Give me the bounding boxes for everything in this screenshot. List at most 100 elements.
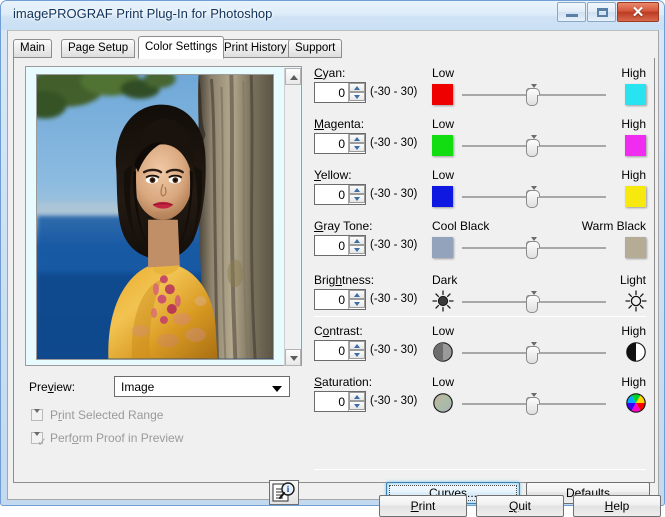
spinner-up-button[interactable] [349,83,365,92]
spinner-value: 0 [338,86,345,100]
checkbox-label: Perform Proof in Preview [50,431,184,445]
spinner-buttons[interactable] [348,392,365,411]
slider-low-label-saturation: Low [432,375,455,389]
spinner-yellow[interactable]: 0 [314,184,366,205]
slider-thumb-yellow[interactable] [526,190,540,208]
section-divider [314,469,646,470]
spinner-up-button[interactable] [349,290,365,299]
spinner-buttons[interactable] [348,290,365,309]
cool-black-swatch [432,237,453,258]
spinner-value: 0 [338,344,345,358]
saturation-low-icon [432,392,454,414]
spinner-buttons[interactable] [348,134,365,153]
slider-thumb-saturation[interactable] [526,397,540,415]
spinner-down-button[interactable] [349,143,365,152]
tab-support[interactable]: Support [288,39,343,58]
tab-page-setup[interactable]: Page Setup [61,39,136,58]
preview-label: Preview: [29,380,76,394]
spinner-down-button[interactable] [349,401,365,410]
blue-swatch [432,186,453,207]
slider-thumb-cyan[interactable] [526,88,540,106]
spinner-up-button[interactable] [349,134,365,143]
chevron-up-icon [354,86,360,90]
spinner-down-button[interactable] [349,245,365,254]
client-area: Main Page Setup Color Settings Print His… [7,30,661,517]
spinner-down-button[interactable] [349,194,365,203]
slider-low-label-cyan: Low [432,66,455,80]
maximize-button[interactable] [587,2,616,22]
maximize-icon [597,8,608,17]
slider-thumb-contrast[interactable] [526,346,540,364]
minimize-button[interactable] [557,2,586,22]
slider-row-yellow: Yellow: 0 (-30 - 30) Low High [310,168,650,214]
sun-light-icon [625,290,647,312]
chevron-down-icon [354,248,360,252]
spinner-up-button[interactable] [349,392,365,401]
slider-thumb-gray-tone[interactable] [526,241,540,259]
tab-color-settings[interactable]: Color Settings [138,36,225,59]
contrast-high-icon [625,341,647,363]
tab-print-history[interactable]: Print History [217,39,294,58]
slider-low-label-contrast: Low [432,324,455,338]
slider-label-magenta: Magenta: [314,117,365,131]
spinner-down-button[interactable] [349,92,365,101]
spinner-down-button[interactable] [349,299,365,308]
chevron-down-icon [290,356,298,361]
close-icon: ✕ [631,4,645,21]
spinner-brightness[interactable]: 0 [314,289,366,310]
spinner-saturation[interactable]: 0 [314,391,366,412]
magenta-swatch [625,135,646,156]
spinner-up-button[interactable] [349,185,365,194]
chevron-up-icon [354,395,360,399]
spinner-buttons[interactable] [348,83,365,102]
close-button[interactable]: ✕ [617,2,659,22]
print-button[interactable]: Print [379,495,467,517]
preview-mode-select[interactable]: Image [114,376,290,397]
spinner-contrast[interactable]: 0 [314,340,366,361]
preview-scrollbar[interactable] [284,68,301,366]
chevron-up-icon [354,137,360,141]
slider-row-gray-tone: Gray Tone: 0 (-30 - 30) Cool Black Warm … [310,219,650,265]
tab-main[interactable]: Main [13,39,52,58]
chevron-down-icon [354,95,360,99]
contrast-low-icon [432,341,454,363]
title-bar: imagePROGRAF Print Plug-In for Photoshop… [1,1,664,30]
chevron-up-icon [354,239,360,243]
slider-thumb-magenta[interactable] [526,139,540,157]
slider-thumb-brightness[interactable] [526,295,540,313]
scroll-down-button[interactable] [285,349,301,366]
preview-pane [25,66,302,366]
slider-label-contrast: Contrast: [314,324,363,338]
slider-range-cyan: (-30 - 30) [370,86,418,98]
slider-row-cyan: Cyan: 0 (-30 - 30) Low High [310,66,650,112]
spinner-buttons[interactable] [348,341,365,360]
sun-dark-icon [432,290,454,312]
slider-label-brightness: Brightness: [314,273,375,287]
spinner-cyan[interactable]: 0 [314,82,366,103]
slider-high-label-yellow: High [621,168,646,182]
chevron-up-icon [354,344,360,348]
scroll-up-button[interactable] [285,68,301,85]
spinner-buttons[interactable] [348,185,365,204]
chevron-down-icon [354,302,360,306]
spinner-gray-tone[interactable]: 0 [314,235,366,256]
tab-bar: Main Page Setup Color Settings Print His… [13,36,655,59]
quit-button[interactable]: Quit [476,495,564,517]
green-swatch [432,135,453,156]
spinner-magenta[interactable]: 0 [314,133,366,154]
red-swatch [432,84,453,105]
information-button[interactable]: i [269,480,299,505]
cyan-swatch [625,84,646,105]
spinner-value: 0 [338,239,345,253]
slider-row-magenta: Magenta: 0 (-30 - 30) Low High [310,117,650,163]
quit-button-label: Quit [508,499,532,513]
chevron-up-icon [354,188,360,192]
help-button[interactable]: Help [573,495,661,517]
spinner-buttons[interactable] [348,236,365,255]
spinner-up-button[interactable] [349,341,365,350]
spinner-down-button[interactable] [349,350,365,359]
chevron-down-icon [354,404,360,408]
spinner-up-button[interactable] [349,236,365,245]
checkbox-box: ✓ [31,432,47,449]
slider-label-saturation: Saturation: [314,375,373,389]
